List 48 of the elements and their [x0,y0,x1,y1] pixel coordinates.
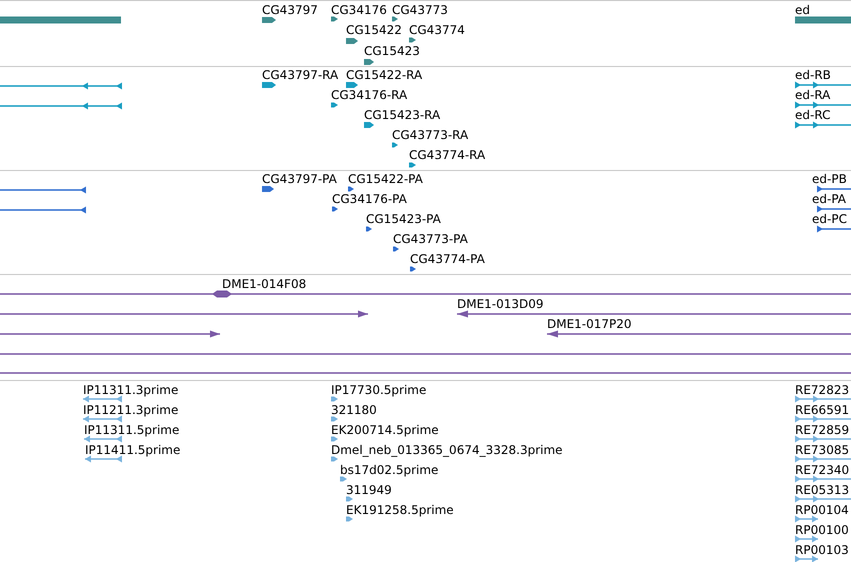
feature-label: ed-PC [812,212,847,226]
feature-label: CG43773-RA [392,128,468,142]
feature-label: RE05313 [795,483,850,497]
feature-label: CG15423-RA [364,108,440,122]
feature-label: Dmel_neb_013365_0674_3328.3prime [331,443,563,457]
feature-label: IP11311.3prime [83,383,178,397]
feature-label: CG43797-RA [262,68,338,82]
feature-label: EK191258.5prime [346,503,454,517]
feature-label: CG43797-PA [262,172,337,186]
feature-label: 311949 [346,483,392,497]
feature-label: ed-PA [812,192,846,206]
feature-label: CG15422-PA [348,172,423,186]
feature-label: ed [795,3,810,17]
feature-label: CG34176-RA [331,88,408,102]
feature-label: RE72823 [795,383,850,397]
feature-label: RP00100 [795,523,849,537]
feature-label: CG43797 [262,3,318,17]
feature-label: RE72859 [795,423,850,437]
feature-label: 321180 [331,403,377,417]
feature-label: ed-RC [795,108,830,122]
feature-label: IP11311.5prime [84,423,180,437]
feature-label: RP00104 [795,503,849,517]
feature-label: CG15422 [346,23,402,37]
feature-label: EK200714.5prime [331,423,439,437]
feature-label: DME1-014F08 [222,277,306,291]
feature-label: CG43774-RA [409,148,486,162]
feature-label: IP11411.5prime [85,443,180,457]
feature-label: CG15423-PA [366,212,441,226]
feature-label: CG15423 [364,44,420,58]
feature-label: DME1-013D09 [457,297,544,311]
feature-label: ed-RB [795,68,831,82]
feature-label: RE72340 [795,463,850,477]
feature-label: IP17730.5prime [331,383,426,397]
feature-label: DME1-017P20 [547,317,632,331]
feature-label: CG43774-PA [410,252,485,266]
feature-label: RE66591 [795,403,850,417]
feature-label: ed-RA [795,88,830,102]
feature-label: CG34176 [331,3,387,17]
feature-label: RP00103 [795,543,849,557]
feature-label: IP11211.3prime [83,403,178,417]
feature-label: RE73085 [795,443,850,457]
feature-label: CG43774 [409,23,465,37]
feature-label: CG15422-RA [346,68,422,82]
feature-label: ed-PB [812,172,847,186]
feature-label: CG34176-PA [332,192,407,206]
feature-label: CG43773-PA [393,232,468,246]
feature-label: CG43773 [392,3,448,17]
feature-label: bs17d02.5prime [340,463,438,477]
